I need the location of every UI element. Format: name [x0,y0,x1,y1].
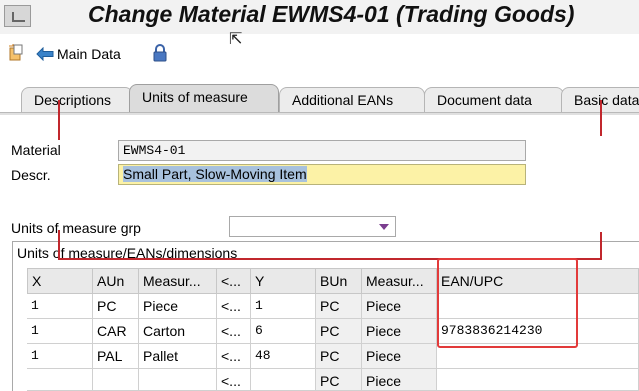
cell-aun[interactable]: CAR [93,319,139,344]
annotation-highlight-box [437,258,578,348]
other-material-icon[interactable] [8,44,24,62]
column-header-aun[interactable]: AUn [93,268,139,294]
annotation-line [600,232,602,258]
tab-additional-eans[interactable]: Additional EANs [279,87,425,113]
cell-lt[interactable]: <... [217,344,251,369]
cell-ean-upc[interactable] [437,369,639,391]
back-arrow-icon [36,47,54,61]
title-bar: Change Material EWMS4-01 (Trading Goods)… [0,0,639,48]
column-header-x[interactable]: X [27,268,93,294]
cell-bun: PC [316,319,362,344]
chevron-down-icon [379,224,389,230]
tab-divider [0,112,639,115]
cell-bun: PC [316,369,362,391]
cell-measure-1[interactable]: Carton [139,319,217,344]
cell-measure-2: Piece [362,294,437,319]
cell-x[interactable] [27,369,93,391]
cell-y[interactable] [251,369,316,391]
description-label: Descr. [11,167,51,183]
cell-lt[interactable]: <... [217,319,251,344]
cell-measure-1[interactable]: Pallet [139,344,217,369]
cell-y[interactable]: 1 [251,294,316,319]
uom-group-label: Units of measure grp [11,220,141,236]
cell-aun[interactable]: PC [93,294,139,319]
main-data-button[interactable]: Main Data [36,43,121,65]
tab-descriptions[interactable]: Descriptions [21,87,133,113]
cell-bun: PC [316,294,362,319]
uom-group-dropdown[interactable] [229,216,396,237]
tab-document-data[interactable]: Document data [424,87,564,113]
page-title: Change Material EWMS4-01 (Trading Goods) [88,1,575,27]
cell-measure-2: Piece [362,319,437,344]
cell-measure-2: Piece [362,344,437,369]
cell-y[interactable]: 48 [251,344,316,369]
cell-measure-1[interactable] [139,369,217,391]
cell-measure-2: Piece [362,369,437,391]
tab-units-of-measure[interactable]: Units of measure [129,84,279,113]
cell-aun[interactable] [93,369,139,391]
description-value: Small Part, Slow-Moving Item [123,166,307,182]
column-header-lt[interactable]: <... [217,268,251,294]
application-toolbar: Main Data [0,40,639,68]
lock-icon[interactable] [151,44,169,62]
cell-x[interactable]: 1 [27,319,93,344]
cell-bun: PC [316,344,362,369]
system-menu-icon[interactable] [4,5,31,27]
column-header-measure-1[interactable]: Measur... [139,268,217,294]
cell-x[interactable]: 1 [27,344,93,369]
main-data-label: Main Data [57,46,121,62]
annotation-line [58,100,60,140]
cell-x[interactable]: 1 [27,294,93,319]
column-header-bun[interactable]: BUn [316,268,362,294]
cell-aun[interactable]: PAL [93,344,139,369]
cell-measure-1[interactable]: Piece [139,294,217,319]
annotation-line [600,100,602,136]
column-header-measure-2[interactable]: Measur... [362,268,437,294]
material-field[interactable]: EWMS4-01 [118,140,526,161]
cell-lt[interactable]: <... [217,294,251,319]
material-label: Material [11,142,61,158]
description-field[interactable]: Small Part, Slow-Moving Item [118,164,526,185]
column-header-y[interactable]: Y [251,268,316,294]
cell-y[interactable]: 6 [251,319,316,344]
annotation-line [58,230,60,260]
tab-strip: Descriptions Additional EANs Document da… [0,83,639,113]
cell-lt[interactable]: <... [217,369,251,391]
